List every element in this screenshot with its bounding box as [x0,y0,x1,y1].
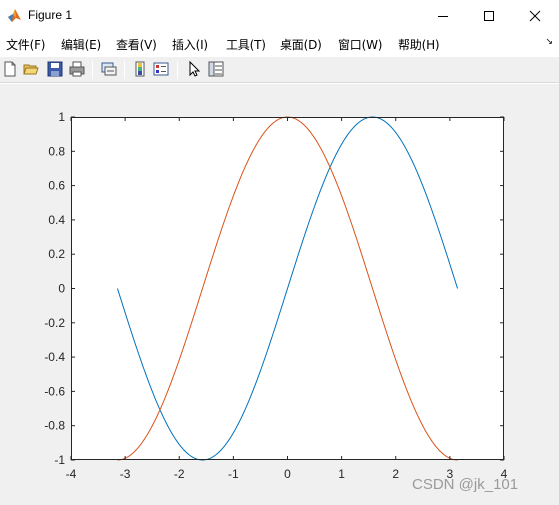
x-tick-label: -2 [174,467,185,481]
property-inspector-icon[interactable] [207,60,225,78]
menu-insert[interactable]: 插入(I) [172,36,208,53]
window-title: Figure 1 [28,8,73,22]
insert-colorbar-icon[interactable] [131,60,149,78]
minimize-button[interactable] [420,0,466,31]
chevron-right-icon[interactable]: ↘ [545,37,553,47]
menu-window[interactable]: 窗口(W) [338,36,382,53]
y-tick-label: -0.8 [44,419,65,433]
y-tick-label: -1 [54,453,65,467]
x-tick-label: 0 [284,467,291,481]
new-figure-icon[interactable] [1,60,19,78]
link-plot-icon[interactable] [100,60,118,78]
y-tick-label: -0.4 [44,350,65,364]
close-icon [529,10,541,21]
edit-plot-icon[interactable] [185,60,203,78]
figure-canvas[interactable]: -4 -3 -2 -1 0 1 2 3 4 -1 -0.8 -0.6 -0.4 -0.2 0 0.2 0.4 0.… [0,84,559,505]
insert-legend-icon[interactable] [152,60,170,78]
minimize-icon [438,15,448,17]
maximize-button[interactable] [466,0,512,31]
x-tick-label: 1 [338,467,345,481]
y-tick-label: -0.6 [44,384,65,398]
close-button[interactable] [512,0,558,31]
y-tick-label: 0.2 [48,247,65,261]
save-icon[interactable] [46,60,64,78]
toolbar-separator [92,61,93,79]
y-tick-label: 0 [58,282,65,296]
menu-help[interactable]: 帮助(H) [398,36,440,53]
x-tick-label: -4 [66,467,77,481]
watermark: CSDN @jk_101 [412,476,519,493]
y-tick-label: 0.4 [48,213,65,227]
menu-desktop[interactable]: 桌面(D) [280,36,322,53]
menu-file[interactable]: 文件(F) [6,36,45,53]
menu-bar: 文件(F) 编辑(E) 查看(V) 插入(I) 工具(T) 桌面(D) 窗口(W… [0,33,559,55]
print-icon[interactable] [68,60,86,78]
x-tick-label: -3 [120,467,131,481]
menu-view[interactable]: 查看(V) [116,36,157,53]
open-file-icon[interactable] [22,60,40,78]
plot-svg: -4 -3 -2 -1 0 1 2 3 4-1-0.8-0.6-0.4-0.200.20.40.… [44,110,507,481]
toolbar-separator [124,61,125,79]
x-tick-label: 2 [392,467,399,481]
menu-tools[interactable]: 工具(T) [226,36,266,53]
toolbar-separator [177,61,178,79]
y-tick-label: -0.2 [44,316,65,330]
y-tick-label: 1 [58,110,65,124]
x-tick-label: -1 [228,467,239,481]
matlab-logo-icon [8,9,21,22]
menu-edit[interactable]: 编辑(E) [61,36,101,53]
y-tick-label: 0.8 [48,144,65,158]
title-bar: Figure 1 [0,0,559,32]
y-tick-label: 0.6 [48,179,65,193]
maximize-icon [484,10,494,21]
figure-toolbar [0,57,559,83]
